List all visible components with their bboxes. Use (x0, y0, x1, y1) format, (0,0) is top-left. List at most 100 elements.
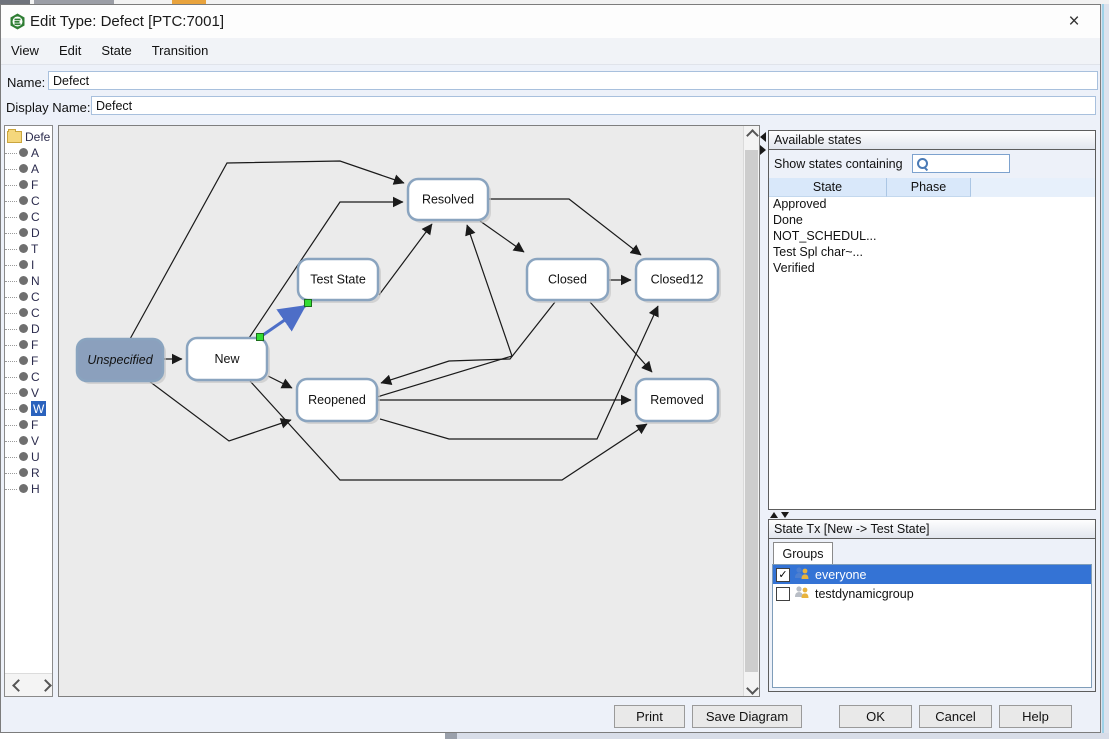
right-panel-splitter[interactable] (770, 512, 794, 519)
tree-item[interactable]: C (5, 193, 52, 209)
state-transition-panel: State Tx [New -> Test State] Groups ✓eve… (768, 519, 1096, 692)
tree-item[interactable]: F (5, 177, 52, 193)
group-checkbox[interactable]: ✓ (776, 568, 790, 582)
transition-Resolved-to-Closed12[interactable] (489, 199, 641, 255)
transition-handle[interactable] (305, 300, 312, 307)
states-list[interactable]: ApprovedDoneNOT_SCHEDUL...Test Spl char~… (769, 197, 1095, 509)
expand-up-icon[interactable] (770, 512, 778, 518)
workflow-diagram-canvas[interactable]: Unspecified New Test State Resolved Closed Cl… (58, 125, 760, 697)
scrollbar-thumb[interactable] (745, 150, 758, 672)
tree-item[interactable]: F (5, 353, 52, 369)
tree-item[interactable]: I (5, 257, 52, 273)
column-header-state[interactable]: State (769, 178, 887, 197)
state-row[interactable]: Verified (769, 261, 1095, 277)
group-row-testdynamicgroup[interactable]: testdynamicgroup (773, 584, 1091, 603)
tree-item-label: T (31, 241, 38, 256)
save-diagram-button[interactable]: Save Diagram (692, 705, 802, 728)
tree-item[interactable]: A (5, 161, 52, 177)
column-header-phase[interactable]: Phase (887, 178, 971, 197)
scroll-up-icon[interactable] (744, 126, 759, 142)
state-row[interactable]: Test Spl char~... (769, 245, 1095, 261)
state-node-new[interactable]: New (187, 338, 270, 383)
tree-item[interactable]: U (5, 449, 52, 465)
cancel-button[interactable]: Cancel (919, 705, 992, 728)
state-node-resolved[interactable]: Resolved (408, 179, 491, 223)
canvas-vertical-scrollbar[interactable] (743, 126, 759, 696)
tree-item[interactable]: D (5, 225, 52, 241)
tree-item[interactable]: A (5, 145, 52, 161)
tree-item[interactable]: C (5, 369, 52, 385)
scroll-down-icon[interactable] (744, 680, 759, 696)
tree-node-icon (19, 404, 28, 413)
state-node-closed[interactable]: Closed (527, 259, 611, 303)
tab-groups[interactable]: Groups (773, 542, 833, 564)
menu-edit[interactable]: Edit (49, 38, 91, 58)
group-checkbox[interactable] (776, 587, 790, 601)
expand-down-icon[interactable] (781, 512, 789, 518)
panel-splitter[interactable] (760, 132, 767, 158)
tree-item[interactable]: C (5, 305, 52, 321)
group-name: everyone (815, 568, 866, 582)
transition-TestState-to-Resolved[interactable] (379, 224, 432, 295)
state-node-unspecified[interactable]: Unspecified (77, 339, 166, 384)
tree-item[interactable]: T (5, 241, 52, 257)
states-search-input[interactable] (912, 154, 1010, 173)
tree-item[interactable]: C (5, 209, 52, 225)
type-tree-panel[interactable]: DefeAAFCCDTINCCDFFCVWFVURH (4, 125, 53, 697)
tree-root[interactable]: Defe (5, 126, 52, 145)
state-row[interactable]: Done (769, 213, 1095, 229)
transition-Unspecified-to-Resolved[interactable] (130, 161, 404, 339)
state-row[interactable]: Approved (769, 197, 1095, 213)
ok-button[interactable]: OK (839, 705, 912, 728)
state-label: Closed (548, 273, 587, 287)
name-label: Name: (7, 75, 45, 90)
close-icon[interactable]: × (1062, 10, 1086, 34)
tree-item[interactable]: W (5, 401, 52, 417)
state-diagram[interactable]: Unspecified New Test State Resolved Closed Cl… (59, 126, 743, 696)
available-states-header: Available states (769, 131, 1095, 150)
collapse-right-icon[interactable] (760, 145, 766, 155)
transition-Reopened-to-Resolved[interactable] (377, 225, 512, 397)
print-button[interactable]: Print (614, 705, 685, 728)
title-bar[interactable]: Edit Type: Defect [PTC:7001] × (1, 5, 1100, 38)
transition-Closed-to-Removed[interactable] (590, 302, 652, 372)
transition-Unspecified-to-Reopened[interactable] (149, 381, 291, 441)
scroll-left-icon[interactable] (12, 679, 25, 692)
state-node-closed12[interactable]: Closed12 (636, 259, 721, 303)
transition-Closed-to-Reopened[interactable] (381, 302, 555, 383)
state-node-test-state[interactable]: Test State (298, 259, 381, 303)
tree-item[interactable]: D (5, 321, 52, 337)
transition-handle[interactable] (257, 334, 264, 341)
tree-item[interactable]: F (5, 337, 52, 353)
tree-item[interactable]: F (5, 417, 52, 433)
display-name-input[interactable] (91, 96, 1096, 115)
state-node-removed[interactable]: Removed (636, 379, 721, 424)
tree-item[interactable]: H (5, 481, 52, 497)
tree-guide (5, 385, 17, 394)
tree-item[interactable]: C (5, 289, 52, 305)
tree-item[interactable]: R (5, 465, 52, 481)
selected-transition-new-to-test-state[interactable] (263, 306, 305, 335)
state-row[interactable]: NOT_SCHEDUL... (769, 229, 1095, 245)
name-input[interactable] (48, 71, 1098, 90)
menu-view[interactable]: View (1, 38, 49, 58)
help-button[interactable]: Help (999, 705, 1072, 728)
tree-item[interactable]: V (5, 385, 52, 401)
tree-item[interactable]: V (5, 433, 52, 449)
state-node-reopened[interactable]: Reopened (297, 379, 380, 424)
menu-transition[interactable]: Transition (142, 38, 219, 58)
tree-guide (5, 305, 17, 314)
group-row-everyone[interactable]: ✓ everyone (773, 565, 1091, 584)
scroll-right-icon[interactable] (40, 679, 53, 692)
groups-list[interactable]: ✓ everyone testdynamicgroup (772, 564, 1092, 688)
tree-item[interactable]: N (5, 273, 52, 289)
ptc-app-icon (9, 13, 26, 30)
transition-New-to-Reopened[interactable] (268, 376, 292, 388)
tree-guide (5, 177, 17, 186)
collapse-left-icon[interactable] (760, 132, 766, 142)
menu-state[interactable]: State (91, 38, 141, 58)
tree-horizontal-scrollbar[interactable] (5, 673, 52, 696)
tree-node-icon (19, 484, 28, 493)
transition-Resolved-to-Closed[interactable] (480, 221, 524, 252)
transition-Reopened-to-Closed12[interactable] (380, 306, 658, 439)
